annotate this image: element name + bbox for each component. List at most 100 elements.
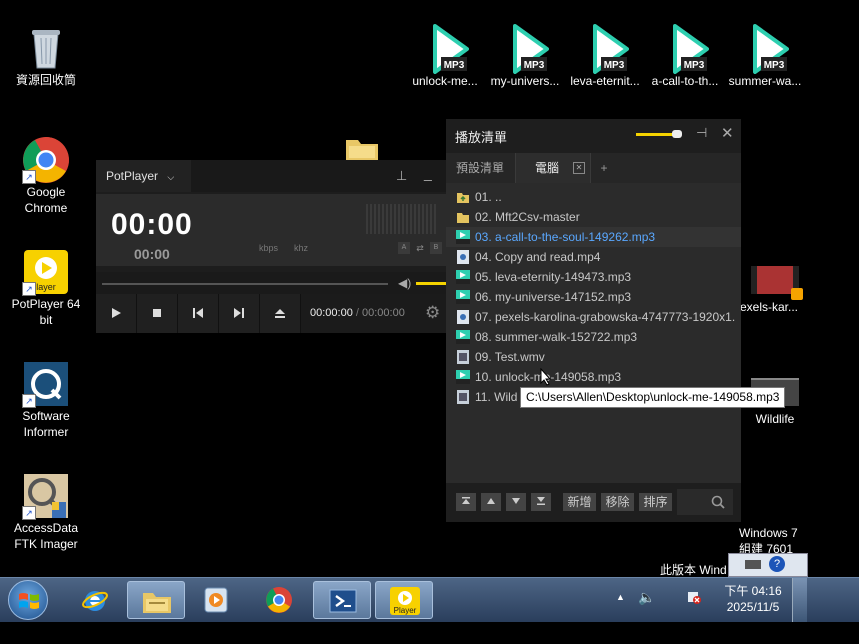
chrome-icon: ↗ <box>22 136 70 184</box>
desktop-icon-video[interactable]: exels-kar... <box>740 266 810 314</box>
svg-text:MP3: MP3 <box>524 60 545 71</box>
list-item-label: 03. a-call-to-the-soul-149262.mp3 <box>475 230 656 244</box>
sort-button[interactable]: 排序 <box>639 493 672 511</box>
desktop-icon-mp3[interactable]: MP3 unlock-me... <box>405 24 485 88</box>
a-b-repeat-b-icon[interactable]: B <box>430 242 442 254</box>
start-button[interactable] <box>8 580 48 620</box>
svg-text:MP3: MP3 <box>764 60 785 71</box>
playlist-title: 播放清單 <box>455 130 508 145</box>
folder-icon[interactable] <box>346 136 378 160</box>
tab-default-playlist[interactable]: 預設清單 <box>446 153 514 183</box>
desktop-icon-software-informer[interactable]: ↗ Software Informer <box>8 360 84 440</box>
taskbar-chrome-button[interactable] <box>250 581 308 619</box>
desktop-icon-mp3[interactable]: MP3 my-univers... <box>485 24 565 88</box>
list-item[interactable]: 05. leva-eternity-149473.mp3 <box>446 267 741 287</box>
volume-icon[interactable]: ◀) <box>398 276 411 290</box>
taskbar-potplayer-button[interactable]: Player <box>375 581 433 619</box>
desktop-icon-label: Informer <box>23 425 69 439</box>
network-tray-icon[interactable] <box>686 589 701 604</box>
svg-text:MP3: MP3 <box>604 60 625 71</box>
move-top-button[interactable] <box>456 493 476 511</box>
list-item[interactable]: 02. Mft2Csv-master <box>446 207 741 227</box>
pin-icon[interactable]: ⊥ <box>396 168 407 184</box>
potplayer-menu-button[interactable]: PotPlayer ⌵ <box>96 160 191 192</box>
current-time-small: 00:00 <box>134 246 170 262</box>
previous-button[interactable] <box>178 294 219 333</box>
ftk-imager-icon: ↗ <box>22 472 70 520</box>
mp3-file-icon <box>456 370 470 384</box>
wmv-file-icon <box>457 390 469 404</box>
settings-gear-icon[interactable]: ⚙ <box>425 303 440 323</box>
next-button[interactable] <box>219 294 260 333</box>
move-up-button[interactable] <box>481 493 501 511</box>
desktop-icon-mp3[interactable]: MP3 summer-wa... <box>725 24 805 88</box>
close-icon[interactable]: ✕ <box>721 124 734 142</box>
taskbar-media-player-button[interactable] <box>188 581 246 619</box>
list-item[interactable]: 06. my-universe-147152.mp3 <box>446 287 741 307</box>
list-item[interactable]: 01. .. <box>446 187 741 207</box>
tab-computer[interactable]: 電腦 ✕ <box>515 153 591 183</box>
repeat-icon[interactable]: ⇄ <box>414 242 426 254</box>
search-box[interactable] <box>677 489 733 515</box>
minimize-icon[interactable]: _ <box>424 165 432 181</box>
volume-slider[interactable] <box>416 282 446 285</box>
button-label: 新增 <box>567 495 592 509</box>
desktop-icon-chrome[interactable]: ↗ Google Chrome <box>8 136 84 216</box>
list-item-label: 06. my-universe-147152.mp3 <box>475 290 632 304</box>
list-item[interactable]: 07. pexels-karolina-grabowska-4747773-19… <box>446 307 741 327</box>
list-item[interactable]: 08. summer-walk-152722.mp3 <box>446 327 741 347</box>
add-tab-button[interactable]: + <box>594 153 614 183</box>
move-bottom-button[interactable] <box>531 493 551 511</box>
file-path-tooltip: C:\Users\Allen\Desktop\unlock-me-149058.… <box>520 387 786 408</box>
desktop-icon-potplayer[interactable]: layer ↗ PotPlayer 64 bit <box>8 248 84 328</box>
a-b-repeat-a-icon[interactable]: A <box>398 242 410 254</box>
eject-icon <box>275 309 285 318</box>
seek-bar[interactable] <box>102 283 388 285</box>
help-icon[interactable]: ? <box>769 556 785 572</box>
volume-tray-icon[interactable]: 🔈 <box>638 589 655 606</box>
add-tab-label: + <box>600 161 608 175</box>
desktop-icon-label: my-univers... <box>490 74 560 88</box>
clock[interactable]: 下午 04:16 2025/11/5 <box>718 583 788 615</box>
list-item[interactable]: 09. Test.wmv <box>446 347 741 367</box>
playlist-tabs: 預設清單 電腦 ✕ + <box>446 153 741 183</box>
language-bar[interactable]: ? <box>728 553 808 577</box>
desktop-icon-recycle-bin[interactable]: 資源回收筒 <box>8 24 84 88</box>
taskbar-powershell-button[interactable] <box>313 581 371 619</box>
total-time: 00:00:00 <box>362 307 405 319</box>
folder-up-icon <box>457 193 469 203</box>
close-tab-icon[interactable]: ✕ <box>573 162 585 174</box>
desktop-icon-mp3[interactable]: MP3 a-call-to-th... <box>645 24 725 88</box>
mp3-file-icon: MP3 <box>741 24 789 74</box>
taskbar-ie-button[interactable] <box>66 581 124 619</box>
mp3-file-icon: MP3 <box>661 24 709 74</box>
desktop-icon-label: Google <box>26 185 66 199</box>
show-hidden-icons-icon[interactable]: ▲ <box>616 592 625 602</box>
chrome-icon <box>266 587 292 613</box>
arrow-down-icon <box>512 498 520 504</box>
desktop-icon-label: PotPlayer 64 <box>11 297 81 311</box>
list-item[interactable]: 10. unlock-me-149058.mp3 <box>446 367 741 387</box>
desktop-icon-ftk-imager[interactable]: ↗ AccessData FTK Imager <box>8 472 84 552</box>
eject-button[interactable] <box>260 294 301 333</box>
potplayer-icon: layer ↗ <box>22 248 70 296</box>
move-down-button[interactable] <box>506 493 526 511</box>
list-item-selected[interactable]: 03. a-call-to-the-soul-149262.mp3 <box>446 227 741 247</box>
samplerate-label: khz <box>294 243 309 253</box>
move-top-icon <box>462 497 470 504</box>
taskbar-explorer-button[interactable] <box>127 581 185 619</box>
list-item-label: 05. leva-eternity-149473.mp3 <box>475 270 632 284</box>
opacity-slider[interactable] <box>636 130 682 138</box>
keyboard-icon[interactable] <box>745 560 761 569</box>
remove-button[interactable]: 移除 <box>601 493 634 511</box>
stop-button[interactable] <box>137 294 178 333</box>
action-center-icon <box>688 592 701 604</box>
play-button[interactable] <box>96 294 137 333</box>
playlist-list: 01. .. 02. Mft2Csv-master 03. a-call-to-… <box>446 183 741 483</box>
show-desktop-button[interactable] <box>792 578 807 622</box>
pin-icon[interactable]: ⊣ <box>696 125 707 141</box>
list-item[interactable]: 04. Copy and read.mp4 <box>446 247 741 267</box>
add-button[interactable]: 新增 <box>563 493 596 511</box>
wmv-file-icon <box>457 350 469 364</box>
desktop-icon-mp3[interactable]: MP3 leva-eternit... <box>565 24 645 88</box>
